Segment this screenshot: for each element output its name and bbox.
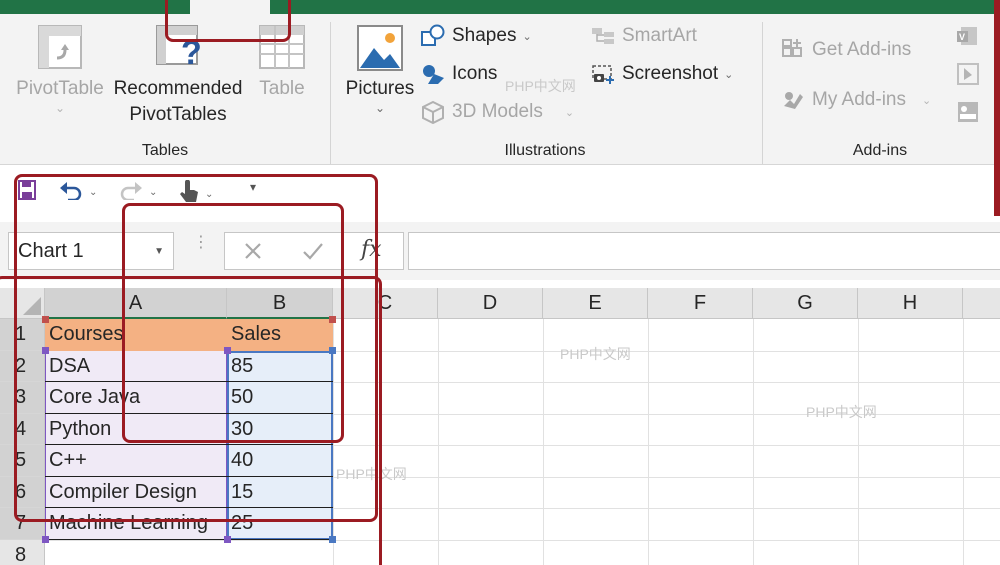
icons-icon xyxy=(420,62,446,86)
my-add-ins-button[interactable]: My Add-ins ⌄ xyxy=(780,88,931,112)
pivottable-button[interactable]: PivotTable ⌄ xyxy=(10,24,110,114)
pictures-label: Pictures xyxy=(345,78,415,99)
my-add-ins-label: My Add-ins xyxy=(812,89,906,110)
chevron-down-icon: ⌄ xyxy=(724,68,734,81)
pivottable-icon xyxy=(37,24,83,70)
ribbon: PivotTable ⌄ ? Recommended PivotTables T… xyxy=(0,14,1000,165)
bing-icon xyxy=(955,62,981,86)
add-ins-group-label: Add-ins xyxy=(852,142,908,159)
icons-label: Icons xyxy=(452,63,498,84)
get-add-ins-label: Get Add-ins xyxy=(812,39,912,60)
gridline xyxy=(858,319,859,565)
gridline xyxy=(438,319,439,565)
column-header-h[interactable]: H xyxy=(858,288,963,319)
column-header-e[interactable]: E xyxy=(543,288,648,319)
gridline xyxy=(753,319,754,565)
gridline xyxy=(648,319,649,565)
screenshot-label: Screenshot xyxy=(622,63,719,84)
watermark: PHP中文网 xyxy=(806,404,877,420)
bing-maps-button[interactable] xyxy=(955,62,987,86)
annotation-edge xyxy=(994,0,1000,216)
annotation-box-tab xyxy=(165,0,291,42)
group-divider xyxy=(762,22,763,164)
watermark: PHP中文网 xyxy=(560,346,631,362)
smartart-icon xyxy=(590,24,616,48)
my-add-ins-icon xyxy=(780,88,806,112)
people-graph-button[interactable] xyxy=(955,100,987,124)
svg-text:V: V xyxy=(959,32,965,42)
pivottable-label: PivotTable xyxy=(16,78,104,99)
formula-input[interactable] xyxy=(408,232,1000,270)
shapes-button[interactable]: Shapes ⌄ xyxy=(420,24,532,48)
add-grid-icon xyxy=(780,38,806,62)
pictures-button[interactable]: Pictures ⌄ xyxy=(340,24,420,114)
visio-button[interactable]: V xyxy=(955,24,987,48)
screenshot-icon xyxy=(590,62,616,86)
watermark: PHP中文网 xyxy=(505,78,576,94)
title-strip xyxy=(0,0,1000,14)
shapes-icon xyxy=(420,24,446,48)
pictures-icon xyxy=(356,24,404,72)
column-header-g[interactable]: G xyxy=(753,288,858,319)
annotation-box-grid xyxy=(0,276,382,565)
tables-group-label: Tables xyxy=(141,142,189,159)
get-add-ins-button[interactable]: Get Add-ins xyxy=(780,38,911,62)
3d-cube-icon xyxy=(420,100,446,124)
illustrations-group-label: Illustrations xyxy=(504,142,586,159)
gridline xyxy=(963,319,964,565)
visio-icon: V xyxy=(955,24,981,48)
smartart-label: SmartArt xyxy=(622,25,697,46)
table-label: Table xyxy=(259,78,305,99)
column-header-d[interactable]: D xyxy=(438,288,543,319)
group-divider xyxy=(330,22,331,164)
column-header-next[interactable] xyxy=(963,288,1000,319)
smartart-button[interactable]: SmartArt xyxy=(590,24,697,48)
gridline xyxy=(543,319,544,565)
people-graph-icon xyxy=(955,100,981,124)
3d-models-label: 3D Models xyxy=(452,101,543,122)
recommended-label-2: PivotTables xyxy=(129,104,227,125)
chevron-down-icon: ⌄ xyxy=(374,101,386,115)
chevron-down-icon: ⌄ xyxy=(921,94,932,107)
chevron-down-icon: ⌄ xyxy=(522,30,532,43)
shapes-label: Shapes xyxy=(452,25,517,46)
3d-models-button[interactable]: 3D Models ⌄ xyxy=(420,100,574,124)
icons-button[interactable]: Icons xyxy=(420,62,497,86)
chevron-down-icon: ⌄ xyxy=(564,106,575,119)
screenshot-button[interactable]: Screenshot ⌄ xyxy=(590,62,733,86)
column-header-f[interactable]: F xyxy=(648,288,753,319)
chevron-down-icon: ⌄ xyxy=(54,101,66,115)
recommended-label-1: Recommended xyxy=(113,78,243,99)
